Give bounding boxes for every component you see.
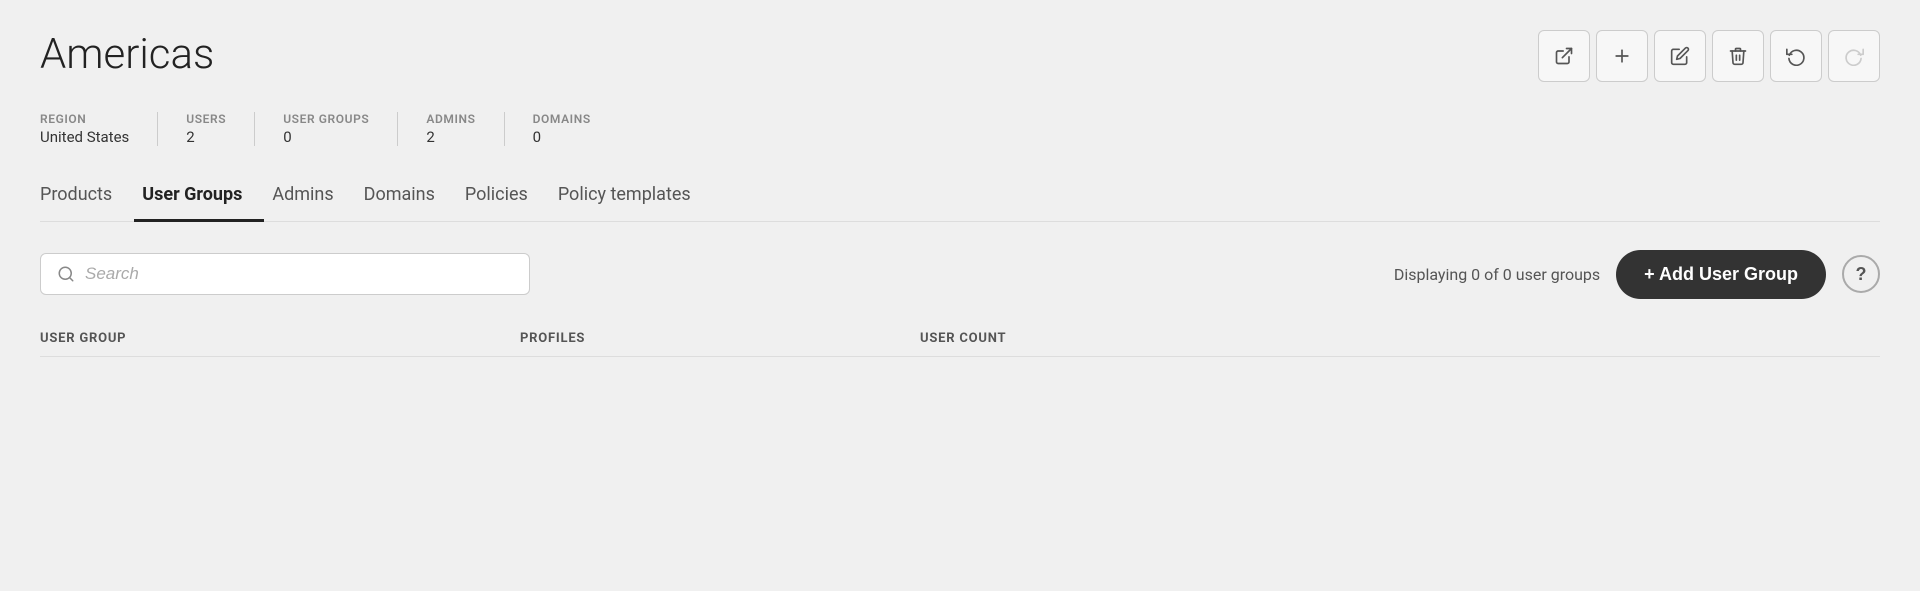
column-header-user-count: USER COUNT — [920, 331, 1880, 346]
undo-icon — [1786, 46, 1806, 66]
stat-region: REGION United States — [40, 112, 158, 146]
pencil-icon — [1670, 46, 1690, 66]
redo-button[interactable] — [1828, 30, 1880, 82]
edit-button[interactable] — [1654, 30, 1706, 82]
column-header-profiles: PROFILES — [520, 331, 920, 346]
add-user-group-button[interactable]: + Add User Group — [1616, 250, 1826, 299]
stat-user-groups-label: USER GROUPS — [283, 112, 369, 126]
stat-users-label: USERS — [186, 112, 226, 126]
stat-admins: ADMINS 2 — [426, 112, 504, 146]
tab-products[interactable]: Products — [40, 174, 134, 222]
plus-icon — [1612, 46, 1632, 66]
help-button[interactable]: ? — [1842, 255, 1880, 293]
tab-policies[interactable]: Policies — [457, 174, 550, 222]
tabs-row: Products User Groups Admins Domains Poli… — [40, 174, 1880, 222]
tab-user-groups[interactable]: User Groups — [134, 174, 264, 222]
stat-users-value: 2 — [186, 128, 226, 146]
stat-domains: DOMAINS 0 — [533, 112, 619, 146]
delete-button[interactable] — [1712, 30, 1764, 82]
stat-user-groups: USER GROUPS 0 — [283, 112, 398, 146]
external-link-icon — [1554, 46, 1574, 66]
toolbar — [1538, 30, 1880, 82]
page-container: Americas — [0, 0, 1920, 387]
stat-domains-label: DOMAINS — [533, 112, 591, 126]
stat-users: USERS 2 — [186, 112, 255, 146]
stat-admins-label: ADMINS — [426, 112, 475, 126]
undo-button[interactable] — [1770, 30, 1822, 82]
action-row: Displaying 0 of 0 user groups + Add User… — [40, 250, 1880, 299]
tab-admins[interactable]: Admins — [264, 174, 355, 222]
right-actions: Displaying 0 of 0 user groups + Add User… — [1394, 250, 1880, 299]
table-header-row: USER GROUP PROFILES USER COUNT — [40, 331, 1880, 357]
column-header-user-group: USER GROUP — [40, 331, 520, 346]
search-icon — [57, 265, 75, 283]
tab-domains[interactable]: Domains — [356, 174, 457, 222]
add-toolbar-button[interactable] — [1596, 30, 1648, 82]
search-input[interactable] — [85, 264, 513, 284]
search-container — [40, 253, 530, 295]
display-count: Displaying 0 of 0 user groups — [1394, 265, 1600, 284]
stat-domains-value: 0 — [533, 128, 591, 146]
stat-admins-value: 2 — [426, 128, 475, 146]
stat-region-value: United States — [40, 128, 129, 146]
redo-icon — [1844, 46, 1864, 66]
external-link-button[interactable] — [1538, 30, 1590, 82]
stats-row: REGION United States USERS 2 USER GROUPS… — [40, 112, 1880, 146]
page-title: Americas — [40, 30, 214, 79]
stat-user-groups-value: 0 — [283, 128, 369, 146]
stat-region-label: REGION — [40, 112, 129, 126]
magnifying-glass-icon — [57, 265, 75, 283]
trash-icon — [1728, 46, 1748, 66]
header-row: Americas — [40, 30, 1880, 82]
tab-policy-templates[interactable]: Policy templates — [550, 174, 713, 222]
